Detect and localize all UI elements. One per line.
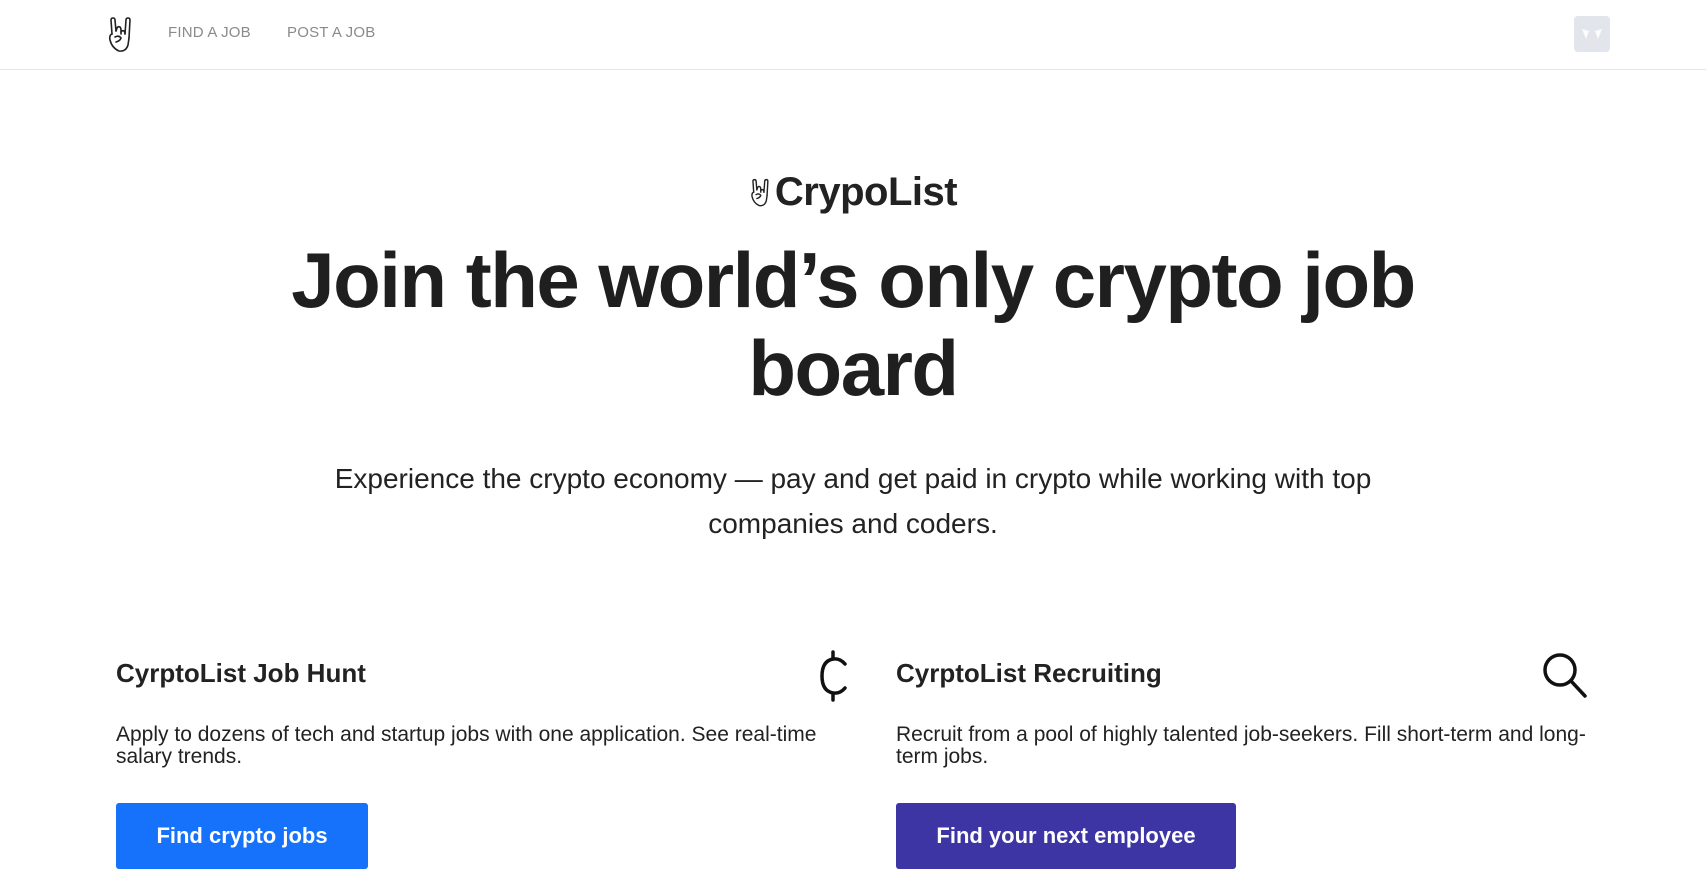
nav-post-job-link[interactable]: POST A JOB [287,24,375,41]
rock-hand-icon [749,178,771,208]
job-hunt-card: CyrptoList Job Hunt Apply to dozens of t… [116,650,856,878]
user-avatar-icon[interactable] [1574,16,1610,52]
card-description: Recruit from a pool of highly talented j… [896,723,1586,768]
card-title: CyrptoList Job Hunt [116,658,366,688]
hero-headline: Join the world’s only crypto job board [291,236,1416,412]
cent-currency-icon [812,650,862,702]
nav-find-job-link[interactable]: FIND A JOB [168,24,251,41]
card-description: Apply to dozens of tech and startup jobs… [116,723,817,768]
brand-logo: CrypoList [0,170,1706,215]
top-navigation: FIND A JOB POST A JOB [0,0,1706,70]
card-title: CyrptoList Recruiting [896,658,1162,688]
search-icon [1540,650,1590,702]
hero-subtitle: Experience the crypto economy — pay and … [334,463,1372,539]
find-next-employee-button[interactable]: Find your next employee [896,803,1236,869]
rock-hand-icon[interactable] [106,16,134,54]
find-crypto-jobs-button[interactable]: Find crypto jobs [116,803,368,869]
brand-name: CrypoList [774,170,958,214]
recruiting-card: CyrptoList Recruiting Recruit from a poo… [896,650,1636,878]
